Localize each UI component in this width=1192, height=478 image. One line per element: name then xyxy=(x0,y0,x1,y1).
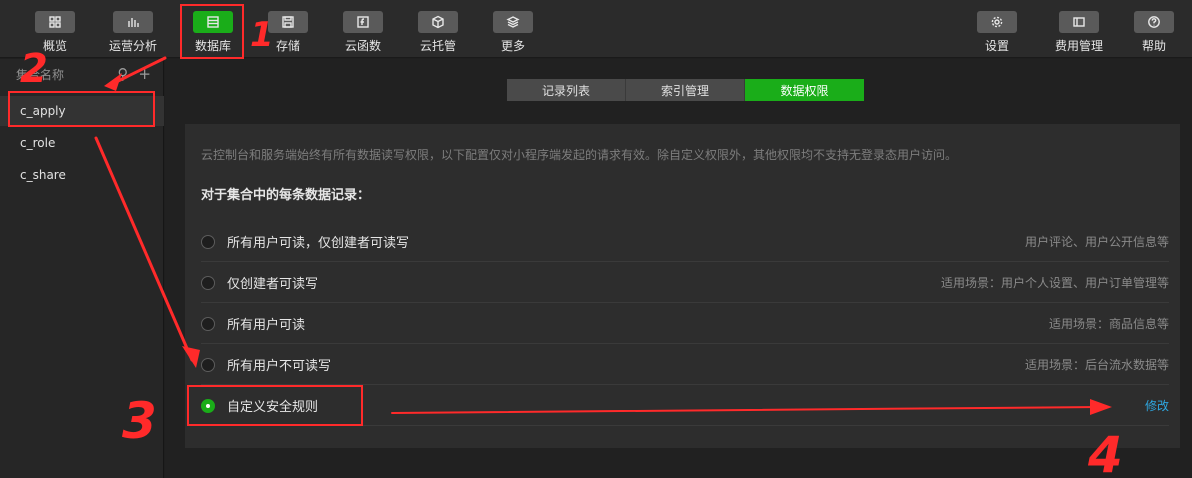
collection-item[interactable]: c_apply xyxy=(0,96,164,126)
collection-item[interactable]: c_role xyxy=(0,128,164,158)
radio-button[interactable] xyxy=(201,275,215,290)
toolbar-label: 数据库 xyxy=(194,39,231,53)
search-icon[interactable]: ⚲ xyxy=(117,65,128,83)
toolbar-label: 存储 xyxy=(275,39,300,53)
toolbar-label: 云函数 xyxy=(344,39,381,53)
permissions-panel: 云控制台和服务端始终有所有数据读写权限，以下配置仅对小程序端发起的请求有效。除自… xyxy=(185,124,1180,448)
sidebar-title: 集合名称 xyxy=(16,67,65,82)
toolbar-label: 费用管理 xyxy=(1055,39,1104,53)
toolbar-cloud-functions[interactable]: 云函数 xyxy=(343,0,383,58)
collection-name: c_apply xyxy=(20,104,66,118)
option-label: 所有用户不可读写 xyxy=(227,359,332,374)
option-label: 所有用户可读 xyxy=(227,318,306,333)
toolbar-analytics[interactable]: 运营分析 xyxy=(109,0,157,58)
tab-indexes[interactable]: 索引管理 xyxy=(626,79,745,101)
toolbar-more[interactable]: 更多 xyxy=(493,0,533,58)
help-icon xyxy=(1134,11,1174,33)
permission-option[interactable]: 仅创建者可读写 适用场景：用户个人设置、用户订单管理等 xyxy=(201,263,1169,303)
grid-icon xyxy=(35,11,75,33)
tab-permissions[interactable]: 数据权限 xyxy=(745,79,864,101)
permissions-description: 云控制台和服务端始终有所有数据读写权限，以下配置仅对小程序端发起的请求有效。除自… xyxy=(201,148,958,162)
radio-button[interactable] xyxy=(201,234,215,249)
add-icon[interactable]: + xyxy=(138,65,151,83)
toolbar-label: 设置 xyxy=(984,39,1009,53)
collection-sidebar: 集合名称 ⚲ + c_apply c_role c_share xyxy=(0,59,164,478)
permission-option[interactable]: 所有用户可读 适用场景：商品信息等 xyxy=(201,304,1169,344)
toolbar-billing[interactable]: 费用管理 xyxy=(1055,0,1103,58)
toolbar-label: 运营分析 xyxy=(109,39,158,53)
toolbar-database[interactable]: 数据库 xyxy=(193,0,233,58)
collection-name: c_share xyxy=(20,168,66,182)
option-hint: 适用场景：商品信息等 xyxy=(1048,317,1169,331)
edit-rules-link[interactable]: 修改 xyxy=(1145,397,1169,414)
radio-button[interactable] xyxy=(201,316,215,331)
permission-option-custom[interactable]: 自定义安全规则 修改 xyxy=(201,386,1169,426)
permissions-subtitle: 对于集合中的每条数据记录： xyxy=(201,188,371,203)
permission-option[interactable]: 所有用户不可读写 适用场景：后台流水数据等 xyxy=(201,345,1169,385)
gear-icon xyxy=(977,11,1017,33)
toolbar-label: 概览 xyxy=(42,39,67,53)
option-hint: 适用场景：用户个人设置、用户订单管理等 xyxy=(940,276,1169,290)
toolbar-storage[interactable]: 存储 xyxy=(268,0,308,58)
function-icon xyxy=(343,11,383,33)
option-label: 自定义安全规则 xyxy=(227,400,319,415)
toolbar-label: 帮助 xyxy=(1141,39,1166,53)
option-hint: 适用场景：后台流水数据等 xyxy=(1024,358,1169,372)
radio-button-checked[interactable] xyxy=(201,398,215,413)
sidebar-actions: ⚲ + xyxy=(117,65,151,83)
permission-option[interactable]: 所有用户可读，仅创建者可读写 用户评论、用户公开信息等 xyxy=(201,222,1169,262)
option-label: 仅创建者可读写 xyxy=(227,277,319,292)
cube-icon xyxy=(418,11,458,33)
main-content: 记录列表 索引管理 数据权限 云控制台和服务端始终有所有数据读写权限，以下配置仅… xyxy=(165,59,1192,478)
toolbar-overview[interactable]: 概览 xyxy=(35,0,75,58)
toolbar-settings[interactable]: 设置 xyxy=(977,0,1017,58)
collection-item[interactable]: c_share xyxy=(0,160,164,190)
toolbar-label: 云托管 xyxy=(419,39,456,53)
option-label: 所有用户可读，仅创建者可读写 xyxy=(227,236,410,251)
top-toolbar: 概览 运营分析 数据库 存储 云函数 云托管 更多 设置 费用管理 帮助 xyxy=(0,0,1192,58)
database-icon xyxy=(193,11,233,33)
option-hint: 用户评论、用户公开信息等 xyxy=(1024,235,1169,249)
toolbar-help[interactable]: 帮助 xyxy=(1134,0,1174,58)
toolbar-label: 更多 xyxy=(500,39,525,53)
tab-records[interactable]: 记录列表 xyxy=(507,79,626,101)
collection-name: c_role xyxy=(20,136,56,150)
toolbar-cloud-hosting[interactable]: 云托管 xyxy=(418,0,458,58)
bar-chart-icon xyxy=(113,11,153,33)
save-icon xyxy=(268,11,308,33)
billing-icon xyxy=(1059,11,1099,33)
layers-icon xyxy=(493,11,533,33)
radio-button[interactable] xyxy=(201,357,215,372)
tab-bar: 记录列表 索引管理 数据权限 xyxy=(507,79,864,101)
